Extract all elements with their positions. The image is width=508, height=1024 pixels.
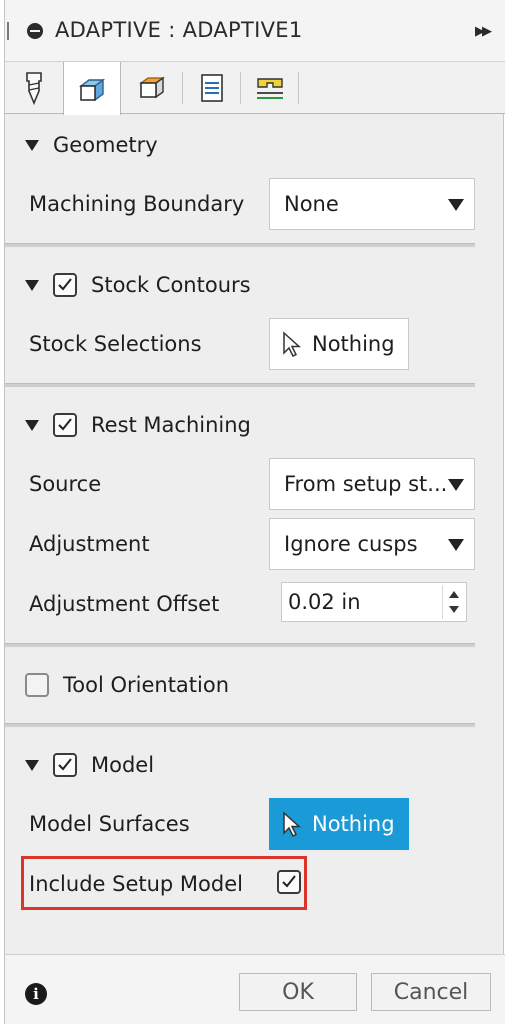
machining-boundary-label: Machining Boundary	[29, 192, 245, 216]
cursor-arrow-icon	[283, 331, 301, 357]
select-value: From setup st...	[284, 472, 448, 496]
select-value: None	[284, 192, 339, 216]
collapse-triangle-icon[interactable]	[25, 759, 39, 771]
heights-icon	[139, 76, 165, 99]
picker-value: Nothing	[312, 812, 395, 836]
linking-icon	[257, 78, 283, 99]
chevron-down-icon	[448, 539, 464, 551]
section-title: Stock Contours	[91, 273, 251, 297]
tab-strip	[5, 62, 505, 115]
divider	[5, 723, 475, 727]
stock-selections-picker[interactable]: Nothing	[269, 318, 409, 370]
stock-contours-checkbox[interactable]	[53, 273, 77, 297]
title-bar[interactable]: ADAPTIVE : ADAPTIVE1 ▶▶	[5, 0, 505, 62]
rest-machining-section-header[interactable]: Rest Machining	[25, 410, 251, 440]
input-value: 0.02 in	[288, 590, 361, 614]
dialog-title: ADAPTIVE : ADAPTIVE1	[55, 18, 303, 42]
passes-icon	[201, 74, 223, 102]
tab-tool[interactable]	[5, 62, 63, 114]
tool-icon	[26, 72, 42, 105]
tab-heights[interactable]	[123, 62, 181, 114]
section-title: Rest Machining	[91, 413, 251, 437]
dialog-footer: i OK Cancel	[5, 954, 505, 1024]
chevron-down-icon	[448, 199, 464, 211]
expand-icon[interactable]: ▶▶	[475, 24, 492, 39]
tab-passes[interactable]	[183, 62, 241, 114]
model-checkbox[interactable]	[53, 753, 77, 777]
cursor-arrow-icon	[283, 811, 301, 837]
tab-geometry[interactable]	[63, 62, 121, 115]
divider	[5, 243, 475, 247]
cancel-button[interactable]: Cancel	[371, 973, 491, 1011]
collapse-icon[interactable]	[27, 23, 43, 39]
geometry-section-header[interactable]: Geometry	[25, 130, 158, 160]
adjustment-label: Adjustment	[29, 532, 150, 556]
section-title: Geometry	[53, 133, 158, 157]
machining-boundary-select[interactable]: None	[269, 178, 475, 230]
divider	[5, 383, 475, 387]
stock-selections-label: Stock Selections	[29, 332, 202, 356]
drag-grip-icon[interactable]	[7, 22, 9, 40]
ok-button[interactable]: OK	[239, 973, 357, 1011]
collapse-triangle-icon[interactable]	[25, 279, 39, 291]
model-section-header[interactable]: Model	[25, 750, 154, 780]
include-setup-model-checkbox[interactable]	[277, 870, 301, 894]
rest-machining-checkbox[interactable]	[53, 413, 77, 437]
checkmark-icon	[282, 875, 296, 888]
model-surfaces-label: Model Surfaces	[29, 812, 190, 836]
tab-linking[interactable]	[241, 62, 299, 114]
model-surfaces-picker[interactable]: Nothing	[269, 798, 409, 850]
include-setup-model-label: Include Setup Model	[29, 872, 243, 896]
collapse-triangle-icon[interactable]	[25, 419, 39, 431]
spinner[interactable]	[442, 585, 464, 619]
section-title: Tool Orientation	[63, 673, 230, 697]
checkmark-icon	[58, 278, 72, 291]
collapse-triangle-icon[interactable]	[25, 139, 39, 151]
info-icon[interactable]: i	[25, 983, 47, 1005]
divider	[5, 643, 475, 647]
stock-contours-section-header[interactable]: Stock Contours	[25, 270, 251, 300]
spin-down-icon[interactable]	[449, 606, 459, 613]
picker-value: Nothing	[312, 332, 395, 356]
source-select[interactable]: From setup st...	[269, 458, 475, 510]
geometry-icon	[78, 78, 106, 101]
spin-up-icon[interactable]	[449, 591, 459, 598]
checkmark-icon	[58, 758, 72, 771]
source-label: Source	[29, 472, 102, 496]
adjustment-select[interactable]: Ignore cusps	[269, 518, 475, 570]
tool-orientation-section-header[interactable]: Tool Orientation	[25, 670, 229, 700]
select-value: Ignore cusps	[284, 532, 418, 556]
adjustment-offset-label: Adjustment Offset	[29, 592, 220, 616]
tool-orientation-checkbox[interactable]	[25, 673, 49, 697]
adjustment-offset-input[interactable]: 0.02 in	[281, 582, 467, 622]
checkmark-icon	[58, 418, 72, 431]
chevron-down-icon	[448, 479, 464, 491]
adaptive-dialog: ADAPTIVE : ADAPTIVE1 ▶▶ Geometry Machini…	[4, 0, 505, 1024]
section-title: Model	[91, 753, 155, 777]
